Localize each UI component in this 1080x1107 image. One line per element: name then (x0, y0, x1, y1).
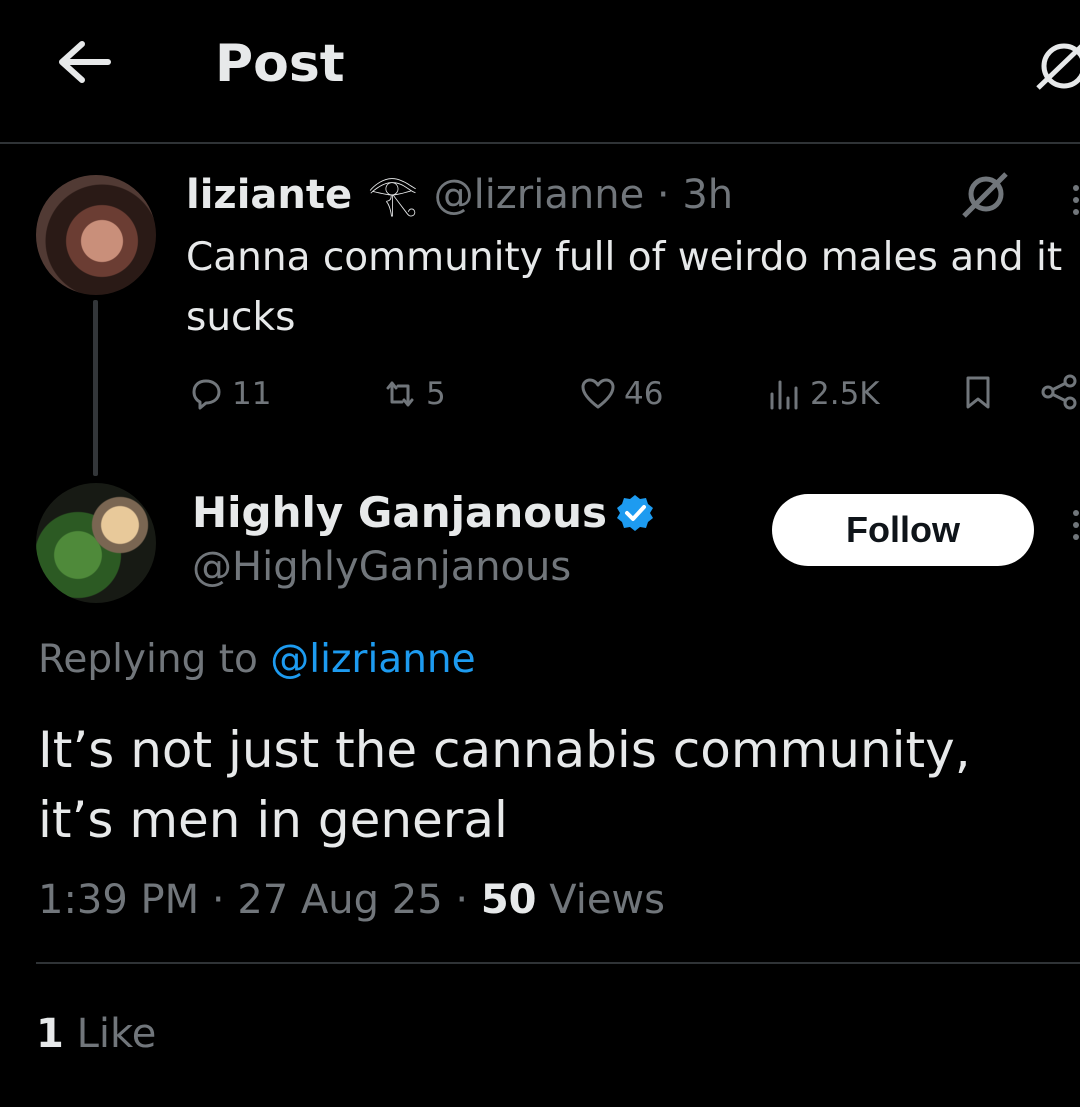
author-name-row: Highly Ganjanous (192, 485, 655, 541)
reply-icon (192, 379, 221, 410)
likes-count: 1 (36, 1011, 64, 1057)
separator: · (656, 172, 670, 218)
avatar[interactable] (36, 175, 156, 295)
grok-icon[interactable] (1030, 36, 1080, 96)
repost-icon (386, 381, 414, 407)
views-icon (770, 380, 798, 410)
reply-post-text: It’s not just the cannabis community, it… (38, 721, 971, 849)
replying-to-mention[interactable]: @lizrianne (270, 637, 475, 682)
parent-post-header: liziante 𓂀 @lizrianne · 3h (186, 170, 733, 220)
back-arrow-icon[interactable] (56, 40, 112, 84)
views-button[interactable]: 2.5K (764, 372, 880, 416)
post-time[interactable]: 1:39 PM (38, 877, 199, 923)
views-count: 50 (480, 877, 537, 923)
views-count: 2.5K (810, 376, 880, 412)
thread-line (93, 300, 98, 476)
replying-to-label: Replying to (38, 637, 258, 682)
replying-to-line: Replying to @lizrianne (38, 632, 476, 688)
eye-symbol: 𓂀 (367, 172, 418, 218)
bookmark-button[interactable] (958, 372, 998, 412)
post-date[interactable]: 27 Aug 25 (237, 877, 442, 923)
author-handle[interactable]: @HighlyGanjanous (192, 540, 571, 594)
grok-icon[interactable] (958, 168, 1010, 220)
divider (36, 962, 1080, 964)
bookmark-icon (966, 376, 990, 409)
more-icon[interactable] (1072, 505, 1080, 545)
post-meta: 1:39 PM · 27 Aug 25 · 50 Views (38, 872, 665, 928)
avatar[interactable] (36, 483, 156, 603)
heart-icon (581, 378, 615, 409)
likes-label: Like (76, 1011, 157, 1057)
reply-button[interactable]: 11 (186, 372, 271, 416)
like-count: 46 (624, 376, 664, 412)
author-name[interactable]: Highly Ganjanous (192, 485, 607, 541)
more-icon[interactable] (1072, 180, 1080, 220)
post-time[interactable]: 3h (682, 172, 733, 218)
author-handle[interactable]: @lizrianne (434, 172, 645, 218)
page-title: Post (215, 34, 345, 94)
separator: · (211, 877, 225, 923)
parent-post-text: Canna community full of weirdo males and… (186, 235, 1063, 340)
separator: · (455, 877, 469, 923)
like-button[interactable]: 46 (578, 372, 663, 416)
repost-count: 5 (426, 376, 446, 412)
share-icon (1041, 374, 1077, 410)
header-divider (0, 142, 1080, 144)
likes-summary[interactable]: 1 Like (36, 1006, 156, 1062)
repost-button[interactable]: 5 (380, 372, 446, 416)
verified-badge-icon (617, 495, 654, 531)
views-label: Views (549, 877, 665, 923)
reply-count: 11 (232, 376, 272, 412)
share-button[interactable] (1040, 372, 1080, 412)
follow-button[interactable]: Follow (772, 494, 1034, 566)
author-name[interactable]: liziante (186, 172, 352, 218)
